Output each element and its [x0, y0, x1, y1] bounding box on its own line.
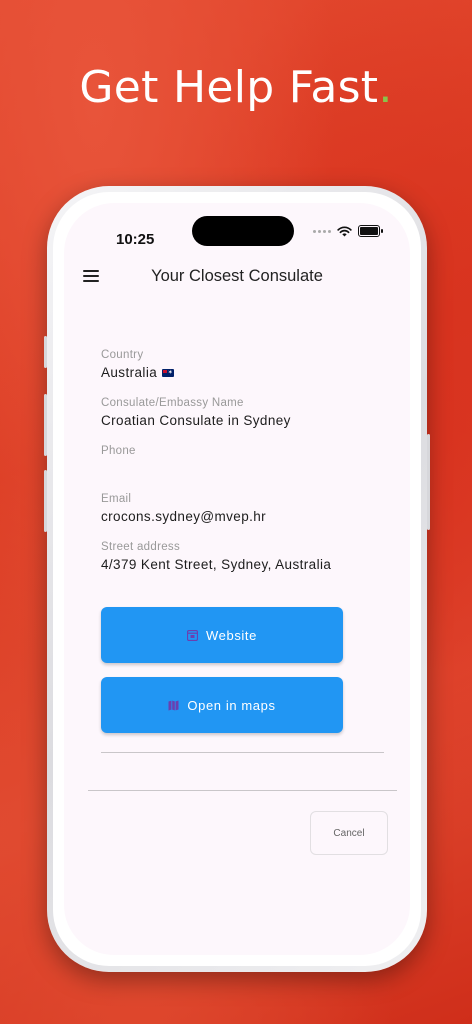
map-icon: [168, 700, 179, 710]
dynamic-island: [192, 216, 294, 246]
open-in-maps-button[interactable]: Open in maps: [101, 677, 343, 733]
website-button[interactable]: Website: [101, 607, 343, 663]
signal-icon: [313, 229, 331, 233]
phone-field: Phone: [101, 445, 136, 461]
country-label: Country: [101, 349, 144, 361]
content-divider: [101, 752, 384, 753]
phone-label: Phone: [101, 445, 136, 457]
australia-flag-icon: [162, 369, 175, 378]
phone-frame: 10:25 Your Closest Consulate Country Aus…: [44, 186, 430, 972]
battery-icon: [358, 225, 383, 237]
consulate-name-value: Croatian Consulate in Sydney: [101, 413, 291, 428]
status-time: 10:25: [116, 231, 155, 248]
address-label: Street address: [101, 541, 180, 553]
country-value: Australia: [101, 365, 158, 380]
cancel-button-label: Cancel: [333, 827, 365, 839]
website-button-label: Website: [206, 627, 257, 643]
country-field: Country Australia: [101, 349, 175, 380]
app-screen: 10:25 Your Closest Consulate Country Aus…: [64, 203, 410, 955]
headline-dot: .: [378, 62, 393, 113]
email-label: Email: [101, 493, 132, 505]
web-icon: [187, 629, 199, 641]
headline: Get Help Fast.: [79, 62, 393, 113]
actions-divider: [88, 790, 397, 791]
open-in-maps-button-label: Open in maps: [187, 697, 276, 713]
consulate-name-label: Consulate/Embassy Name: [101, 397, 244, 409]
email-value: crocons.sydney@mvep.hr: [101, 509, 267, 524]
cancel-button[interactable]: Cancel: [310, 811, 388, 855]
status-icons: [313, 225, 383, 237]
consulate-name-field: Consulate/Embassy Name Croatian Consulat…: [101, 397, 291, 428]
address-value: 4/379 Kent Street, Sydney, Australia: [101, 557, 332, 572]
address-field: Street address 4/379 Kent Street, Sydney…: [101, 541, 331, 572]
page-title: Your Closest Consulate: [151, 267, 323, 285]
country-value-row: Australia: [101, 365, 175, 380]
wifi-icon: [337, 225, 352, 236]
email-field: Email crocons.sydney@mvep.hr: [101, 493, 266, 524]
